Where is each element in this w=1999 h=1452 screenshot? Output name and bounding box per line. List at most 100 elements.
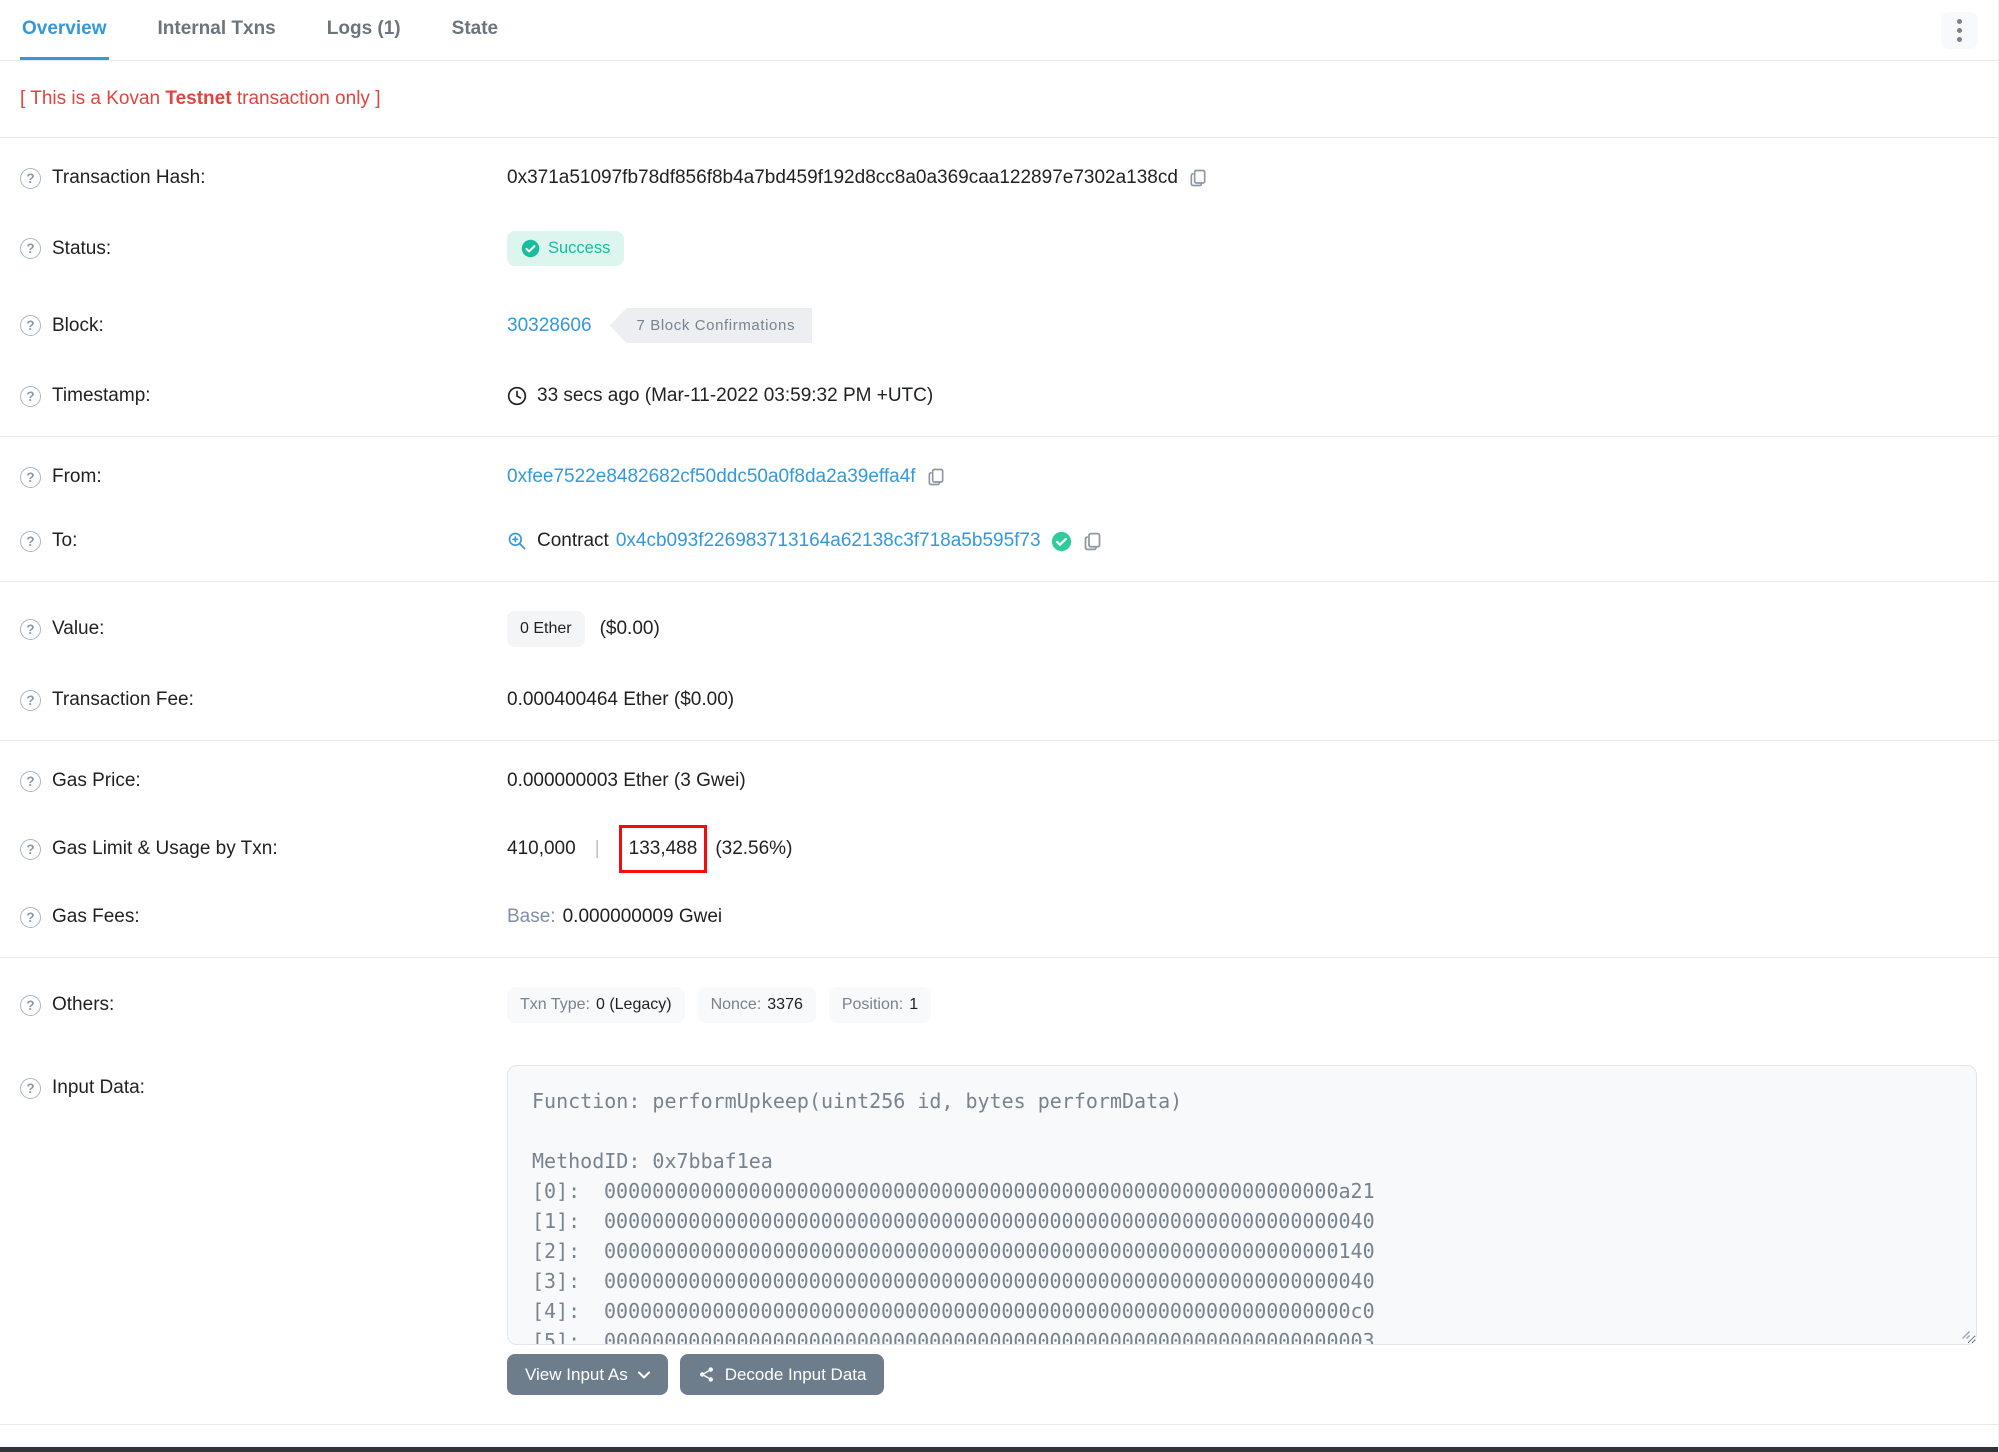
txn-type-badge: Txn Type: 0 (Legacy) [507, 987, 685, 1023]
row-gas-fees: Gas Fees: Base: 0.000000009 Gwei [0, 885, 1998, 949]
to-label: To: [52, 530, 78, 551]
row-from: From: 0xfee7522e8482682cf50ddc50a0f8da2a… [0, 445, 1998, 509]
others-label: Others: [52, 994, 115, 1015]
input-data-box[interactable]: Function: performUpkeep(uint256 id, byte… [507, 1065, 1977, 1345]
row-input-data: Input Data: Function: performUpkeep(uint… [0, 1044, 1998, 1416]
gas-price-value: 0.000000003 Ether (3 Gwei) [507, 770, 746, 791]
input-data-label: Input Data: [52, 1077, 145, 1098]
copy-icon[interactable] [926, 467, 946, 487]
gas-price-label: Gas Price: [52, 770, 141, 791]
gas-separator: | [594, 838, 600, 859]
help-icon[interactable] [20, 315, 41, 336]
section-hash-status-block-time: Transaction Hash: 0x371a51097fb78df856f8… [0, 138, 1998, 437]
gas-fees-label: Gas Fees: [52, 906, 140, 927]
help-icon[interactable] [20, 530, 41, 552]
row-gas-limit-usage: Gas Limit & Usage by Txn: 410,000 | 133,… [0, 813, 1998, 885]
input-blank-line [532, 1116, 1952, 1146]
help-icon[interactable] [20, 167, 41, 189]
input-word-row: [1]: 00000000000000000000000000000000000… [532, 1209, 1375, 1233]
verified-check-icon [1051, 531, 1071, 551]
value-label: Value: [52, 618, 105, 639]
warning-text-bold: Testnet [165, 88, 232, 109]
help-icon[interactable] [20, 385, 41, 407]
gas-used-highlight-box: 133,488 [618, 825, 708, 873]
gas-limit-value: 410,000 [507, 838, 576, 859]
tab-list: Overview Internal Txns Logs (1) State [20, 0, 500, 60]
copy-icon[interactable] [1082, 531, 1103, 552]
status-label: Status: [52, 237, 112, 259]
row-gas-price: Gas Price: 0.000000003 Ether (3 Gwei) [0, 749, 1998, 813]
help-icon[interactable] [20, 689, 41, 711]
help-icon[interactable] [20, 466, 41, 488]
help-icon[interactable] [20, 238, 41, 259]
transaction-hash-label: Transaction Hash: [52, 167, 206, 188]
block-label: Block: [52, 314, 104, 336]
kebab-icon [1957, 18, 1962, 24]
input-word-row: [5]: 00000000000000000000000000000000000… [532, 1329, 1375, 1345]
gas-fees-base-value: 0.000000009 Gwei [562, 906, 723, 927]
row-transaction-fee: Transaction Fee: 0.000400464 Ether ($0.0… [0, 668, 1998, 732]
transaction-detail-page: Overview Internal Txns Logs (1) State [ … [0, 0, 1999, 1452]
to-type-label: Contract [537, 530, 609, 551]
input-word-row: [3]: 00000000000000000000000000000000000… [532, 1269, 1375, 1293]
help-icon[interactable] [20, 1077, 41, 1099]
more-options-button[interactable] [1941, 11, 1978, 49]
section-value-fee: Value: 0 Ether ($0.00) Transaction Fee: … [0, 582, 1998, 741]
value-amount-badge: 0 Ether [507, 611, 585, 647]
tab-bar: Overview Internal Txns Logs (1) State [0, 0, 1998, 61]
row-others: Others: Txn Type: 0 (Legacy) Nonce: 3376… [0, 966, 1998, 1044]
row-timestamp: Timestamp: 33 secs ago (Mar-11-2022 03:5… [0, 364, 1998, 428]
section-others-input: Others: Txn Type: 0 (Legacy) Nonce: 3376… [0, 958, 1998, 1425]
tab-overview[interactable]: Overview [20, 0, 109, 60]
value-usd: ($0.00) [599, 618, 660, 639]
status-badge: Success [507, 231, 625, 266]
from-label: From: [52, 466, 102, 487]
input-data-actions: View Input As Decode Input Data [507, 1354, 1998, 1395]
input-word-row: [2]: 00000000000000000000000000000000000… [532, 1239, 1375, 1263]
block-confirmations-badge: 7 Block Confirmations [609, 308, 813, 343]
timestamp-value: 33 secs ago (Mar-11-2022 03:59:32 PM +UT… [537, 385, 934, 406]
transaction-hash-value: 0x371a51097fb78df856f8b4a7bd459f192d8cc8… [507, 167, 1178, 188]
section-from-to: From: 0xfee7522e8482682cf50ddc50a0f8da2a… [0, 437, 1998, 582]
input-word-row: [4]: 00000000000000000000000000000000000… [532, 1299, 1375, 1323]
testnet-warning: [ This is a Kovan Testnet transaction on… [0, 61, 1998, 138]
tab-logs[interactable]: Logs (1) [325, 0, 403, 60]
help-icon[interactable] [20, 838, 41, 860]
copy-icon[interactable] [1188, 168, 1208, 188]
status-value: Success [548, 239, 611, 257]
tab-internal-txns[interactable]: Internal Txns [156, 0, 278, 60]
help-icon[interactable] [20, 994, 41, 1016]
timestamp-label: Timestamp: [52, 385, 151, 406]
view-input-as-button[interactable]: View Input As [507, 1354, 668, 1395]
row-transaction-hash: Transaction Hash: 0x371a51097fb78df856f8… [0, 146, 1998, 210]
check-circle-icon [521, 239, 540, 258]
block-number-link[interactable]: 30328606 [507, 315, 592, 337]
to-address-link[interactable]: 0x4cb093f226983713164a62138c3f718a5b595f… [616, 530, 1041, 552]
zoom-in-icon[interactable] [507, 531, 527, 551]
row-block: Block: 30328606 7 Block Confirmations [0, 287, 1998, 364]
clock-icon [507, 386, 527, 406]
decode-input-data-button[interactable]: Decode Input Data [679, 1354, 885, 1395]
row-value: Value: 0 Ether ($0.00) [0, 590, 1998, 668]
nonce-badge: Nonce: 3376 [697, 987, 816, 1023]
transaction-fee-label: Transaction Fee: [52, 689, 194, 710]
warning-text-prefix: [ This is a Kovan [20, 88, 166, 109]
row-to: To: Contract 0x4cb093f226983713164a62138… [0, 509, 1998, 573]
warning-text-suffix: transaction only ] [231, 88, 381, 109]
from-address-link[interactable]: 0xfee7522e8482682cf50ddc50a0f8da2a39effa… [507, 466, 916, 488]
input-method-id-line: MethodID: 0x7bbaf1ea [532, 1149, 773, 1173]
help-icon[interactable] [20, 618, 41, 640]
chevron-down-icon [637, 1371, 650, 1379]
decode-icon [699, 1367, 713, 1382]
gas-used-value: 133,488 [628, 838, 698, 859]
input-function-line: Function: performUpkeep(uint256 id, byte… [532, 1089, 1183, 1113]
position-badge: Position: 1 [828, 987, 932, 1023]
help-icon[interactable] [20, 770, 41, 792]
section-gas: Gas Price: 0.000000003 Ether (3 Gwei) Ga… [0, 741, 1998, 958]
resize-grip-icon[interactable] [1957, 1326, 1971, 1340]
window-bottom-edge [0, 1447, 1998, 1452]
gas-fees-base-label: Base: [507, 906, 556, 927]
help-icon[interactable] [20, 906, 41, 928]
tab-state[interactable]: State [450, 0, 500, 60]
gas-limit-label: Gas Limit & Usage by Txn: [52, 838, 278, 859]
